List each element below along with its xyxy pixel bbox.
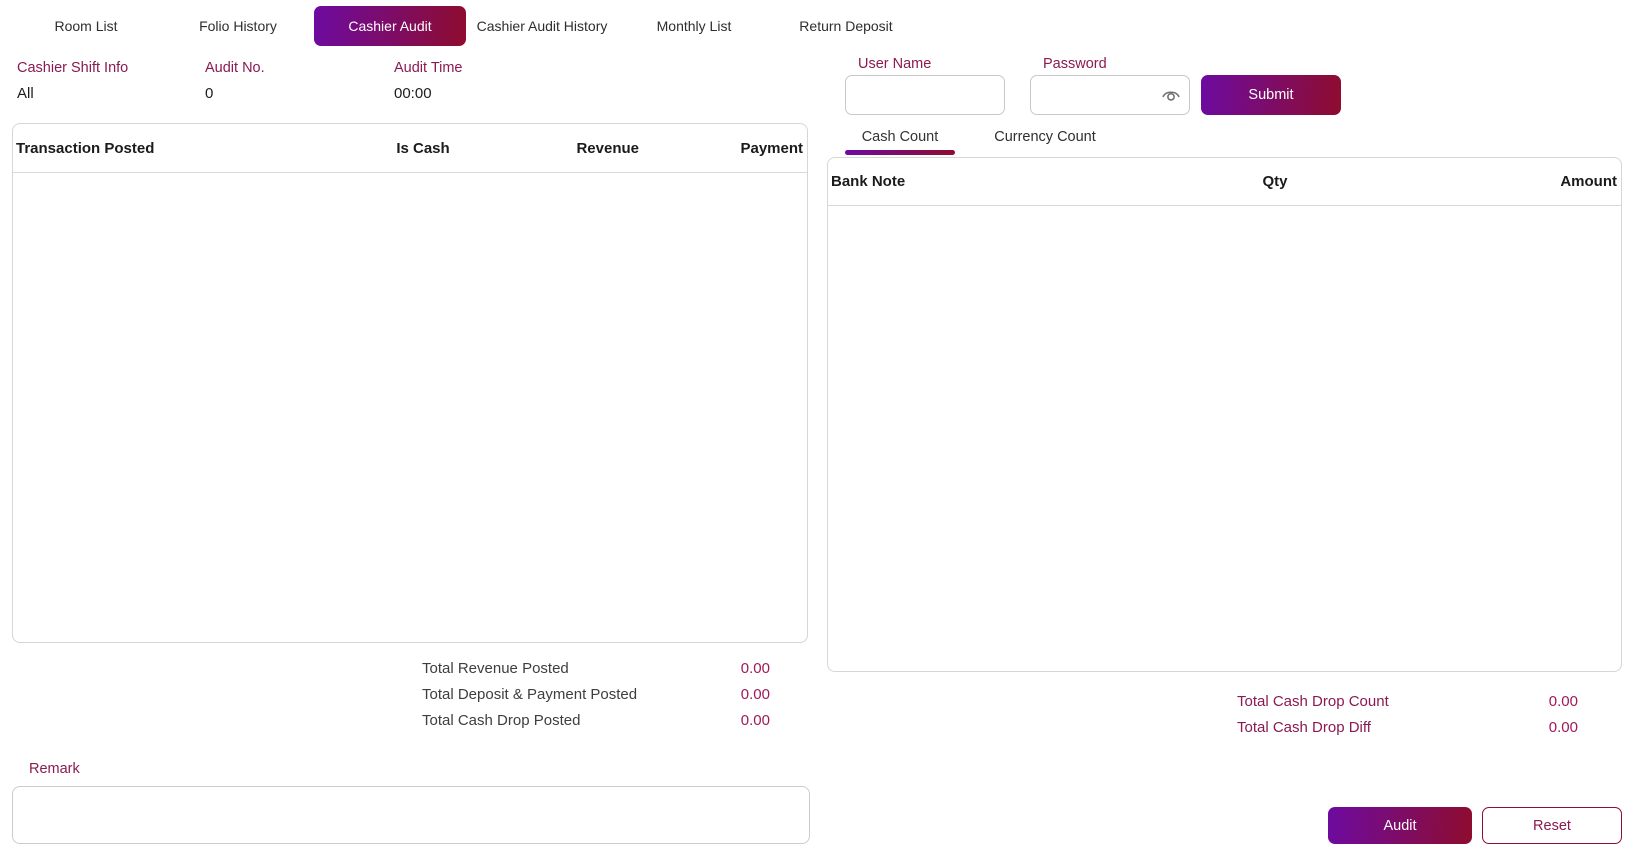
cash-count-table-header: Bank Note Qty Amount — [828, 158, 1621, 206]
total-cash-drop-count-row: Total Cash Drop Count 0.00 — [1237, 688, 1578, 714]
total-cash-drop-posted-label: Total Cash Drop Posted — [422, 712, 580, 729]
username-input[interactable] — [845, 75, 1005, 115]
password-field-wrap — [1030, 75, 1190, 115]
total-cash-drop-diff-value: 0.00 — [1549, 719, 1578, 736]
tab-monthly-list[interactable]: Monthly List — [618, 6, 770, 46]
cash-drop-totals: Total Cash Drop Count 0.00 Total Cash Dr… — [1237, 688, 1578, 740]
cashier-shift-info-label: Cashier Shift Info — [17, 60, 128, 76]
tab-return-deposit[interactable]: Return Deposit — [770, 6, 922, 46]
column-header-qty: Qty — [1175, 173, 1375, 190]
total-deposit-payment-posted-row: Total Deposit & Payment Posted 0.00 — [422, 681, 770, 707]
submit-button[interactable]: Submit — [1201, 75, 1341, 115]
tab-room-list[interactable]: Room List — [10, 6, 162, 46]
transactions-table: Transaction Posted Is Cash Revenue Payme… — [12, 123, 808, 643]
password-label: Password — [1043, 56, 1107, 72]
tab-cashier-audit[interactable]: Cashier Audit — [314, 6, 466, 46]
eye-icon[interactable] — [1160, 84, 1182, 106]
audit-time-label: Audit Time — [394, 60, 463, 76]
cashier-shift-info-value: All — [17, 85, 128, 102]
remark-label: Remark — [29, 761, 80, 777]
audit-time-value: 00:00 — [394, 85, 463, 102]
total-cash-drop-count-label: Total Cash Drop Count — [1237, 693, 1389, 710]
total-cash-drop-posted-value: 0.00 — [741, 712, 770, 729]
column-header-transaction-posted: Transaction Posted — [13, 140, 323, 157]
field-audit-no: Audit No. 0 — [205, 60, 265, 102]
field-cashier-shift-info: Cashier Shift Info All — [17, 60, 128, 102]
column-header-payment: Payment — [643, 140, 807, 157]
total-deposit-payment-posted-label: Total Deposit & Payment Posted — [422, 686, 637, 703]
cash-count-table-body — [828, 206, 1621, 671]
transactions-table-body — [13, 173, 807, 642]
total-revenue-posted-label: Total Revenue Posted — [422, 660, 569, 677]
cash-count-table: Bank Note Qty Amount — [827, 157, 1622, 672]
tab-currency-count[interactable]: Currency Count — [985, 126, 1105, 148]
tab-folio-history[interactable]: Folio History — [162, 6, 314, 46]
total-revenue-posted-row: Total Revenue Posted 0.00 — [422, 655, 770, 681]
total-cash-drop-count-value: 0.00 — [1549, 693, 1578, 710]
transactions-table-header: Transaction Posted Is Cash Revenue Payme… — [13, 124, 807, 173]
reset-button[interactable]: Reset — [1482, 807, 1622, 844]
audit-no-value: 0 — [205, 85, 265, 102]
posted-totals: Total Revenue Posted 0.00 Total Deposit … — [422, 655, 770, 733]
total-cash-drop-diff-label: Total Cash Drop Diff — [1237, 719, 1371, 736]
audit-button[interactable]: Audit — [1328, 807, 1472, 844]
total-cash-drop-posted-row: Total Cash Drop Posted 0.00 — [422, 707, 770, 733]
total-revenue-posted-value: 0.00 — [741, 660, 770, 677]
total-cash-drop-diff-row: Total Cash Drop Diff 0.00 — [1237, 714, 1578, 740]
active-tab-underline — [845, 150, 955, 155]
tab-cashier-audit-history[interactable]: Cashier Audit History — [466, 6, 618, 46]
total-deposit-payment-posted-value: 0.00 — [741, 686, 770, 703]
tab-cash-count[interactable]: Cash Count — [845, 126, 955, 148]
main-tabbar: Room List Folio History Cashier Audit Ca… — [10, 6, 922, 46]
field-audit-time: Audit Time 00:00 — [394, 60, 463, 102]
audit-no-label: Audit No. — [205, 60, 265, 76]
column-header-revenue: Revenue — [523, 140, 643, 157]
remark-input[interactable] — [12, 786, 810, 844]
column-header-is-cash: Is Cash — [323, 140, 523, 157]
column-header-amount: Amount — [1375, 173, 1621, 190]
username-label: User Name — [858, 56, 931, 72]
column-header-bank-note: Bank Note — [828, 173, 1175, 190]
